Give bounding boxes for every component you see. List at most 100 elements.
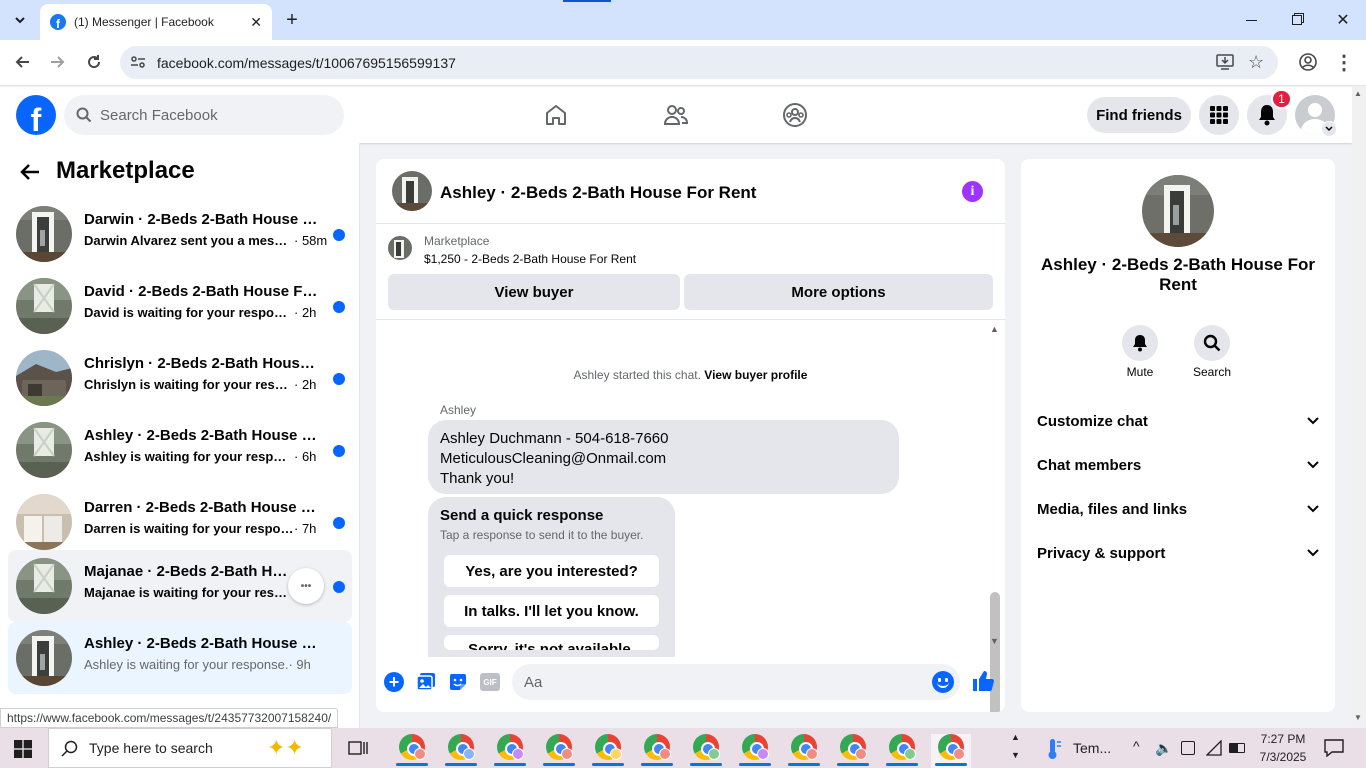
address-bar[interactable]: facebook.com/messages/t/1006769515659913… (120, 46, 1278, 79)
notification-center-icon[interactable] (1324, 739, 1344, 760)
task-view-icon[interactable] (348, 739, 370, 760)
conversation-item[interactable]: Darwin · 2-Beds 2-Bath House For Rent Dar… (8, 198, 352, 270)
gif-icon[interactable]: GIF (480, 673, 500, 691)
device-icon[interactable] (1181, 741, 1195, 755)
page-scroll-up-icon[interactable]: ▲ (1354, 89, 1362, 98)
conversation-item[interactable]: David · 2-Beds 2-Bath House For Rent Davi… (8, 270, 352, 342)
browser-tab[interactable]: f (1) Messenger | Facebook ✕ (40, 4, 272, 40)
mute-label: Mute (1126, 365, 1154, 379)
privacy-support-section[interactable]: Privacy & support (1037, 531, 1319, 575)
profile-icon[interactable] (1294, 48, 1322, 76)
network-icon[interactable] (1205, 739, 1222, 759)
quick-response-option[interactable]: Sorry, it's not available. (444, 635, 659, 650)
message-input[interactable]: Aa (512, 664, 960, 700)
taskbar-chrome-icon[interactable] (392, 734, 432, 768)
windows-taskbar: Type here to search ✦✦ ▲ ▼ Tem... ^ 🔈 7:… (0, 728, 1366, 768)
more-options-button[interactable]: More options (684, 274, 993, 310)
battery-icon[interactable] (1229, 743, 1245, 753)
conversation-preview-text: Darren is waiting for your response. (84, 521, 294, 536)
weather-text[interactable]: Tem... (1073, 740, 1111, 756)
quick-response-option[interactable]: In talks. I'll let you know. (444, 595, 659, 627)
browser-tab-strip: f (1) Messenger | Facebook ✕ + ✕ (0, 0, 1366, 40)
sticker-icon[interactable] (448, 672, 468, 695)
account-chevron-icon[interactable] (1321, 121, 1337, 137)
restore-icon[interactable] (1282, 8, 1312, 32)
home-icon[interactable] (536, 95, 576, 135)
conversation-item[interactable]: Majanae · 2-Beds 2-Bath House Majanae is … (8, 550, 352, 622)
page-scroll-down-icon[interactable]: ▼ (1354, 713, 1362, 722)
tray-expand-down-icon[interactable]: ▼ (1011, 750, 1020, 760)
groups-icon[interactable] (775, 95, 815, 135)
back-icon[interactable] (8, 48, 36, 76)
taskbar-chrome-icon[interactable] (588, 734, 628, 768)
taskbar-chrome-icon[interactable] (490, 734, 530, 768)
conversation-more-icon[interactable]: ••• (288, 568, 324, 604)
quick-response-option[interactable]: Yes, are you interested? (444, 555, 659, 587)
message-bubble[interactable]: Ashley Duchmann - 504-618-7660 Meticulou… (428, 420, 899, 494)
taskbar-chrome-icon[interactable] (735, 734, 775, 768)
emoji-icon[interactable] (932, 671, 954, 693)
reload-icon[interactable] (80, 48, 108, 76)
view-buyer-profile-link[interactable]: View buyer profile (704, 368, 807, 382)
show-hidden-icons-icon[interactable]: ^ (1133, 738, 1140, 754)
customize-chat-section[interactable]: Customize chat (1037, 399, 1319, 443)
chevron-down-icon (1307, 417, 1319, 425)
new-tab-icon[interactable]: + (280, 8, 304, 32)
bookmark-star-icon[interactable]: ☆ (1248, 52, 1264, 73)
back-arrow-icon[interactable] (18, 160, 42, 187)
site-info-icon[interactable] (130, 54, 146, 73)
taskbar-search-icon (61, 740, 79, 761)
page-scrollbar[interactable]: ▲ ▼ (1352, 87, 1366, 728)
taskbar-chrome-icon[interactable] (539, 734, 579, 768)
windows-start-icon[interactable] (14, 740, 32, 761)
conversation-item[interactable]: Ashley · 2-Beds 2-Bath House For Rent Ash… (8, 622, 352, 694)
taskbar-chrome-icon[interactable] (686, 734, 726, 768)
taskbar-clock[interactable]: 7:27 PM 7/3/2025 (1253, 730, 1313, 766)
conversation-preview: David is waiting for your response. · 2h (84, 305, 344, 320)
install-app-icon[interactable] (1216, 54, 1234, 73)
taskbar-chrome-icon[interactable] (441, 734, 481, 768)
chrome-menu-icon[interactable]: ⋮ (1330, 48, 1358, 76)
view-buyer-button[interactable]: View buyer (388, 274, 680, 310)
tray-expand-up-icon[interactable]: ▲ (1011, 732, 1020, 742)
listing-thumbnail[interactable] (388, 236, 412, 260)
conversation-title: Darren · 2-Beds 2-Bath House For Rent (84, 499, 320, 516)
taskbar-search-box[interactable]: Type here to search ✦✦ (48, 728, 332, 768)
thumbs-up-icon[interactable] (971, 669, 995, 696)
conversation-item[interactable]: Darren · 2-Beds 2-Bath House For Rent Dar… (8, 486, 352, 558)
add-attachment-icon[interactable]: + (384, 672, 404, 692)
taskbar-chrome-icon[interactable] (882, 734, 922, 768)
mute-button[interactable] (1122, 325, 1158, 361)
conversation-item[interactable]: Chrislyn · 2-Beds 2-Bath House For Rent C… (8, 342, 352, 414)
scroll-down-icon[interactable]: ▼ (990, 636, 999, 646)
taskbar-chrome-icon[interactable] (637, 734, 677, 768)
search-in-chat-button[interactable] (1194, 325, 1230, 361)
taskbar-chrome-icon[interactable] (784, 734, 824, 768)
message-line: Ashley Duchmann - 504-618-7660 (440, 430, 669, 447)
media-files-links-section[interactable]: Media, files and links (1037, 487, 1319, 531)
forward-icon[interactable] (44, 48, 72, 76)
taskbar-chrome-icon[interactable] (931, 734, 971, 768)
volume-icon[interactable]: 🔈 (1155, 740, 1172, 757)
chat-avatar[interactable] (392, 171, 432, 211)
tab-close-icon[interactable]: ✕ (250, 14, 262, 31)
facebook-logo-icon[interactable]: f (16, 95, 56, 135)
photo-icon[interactable] (416, 672, 436, 695)
conversation-thumbnail (16, 206, 72, 262)
conversation-item[interactable]: Ashley · 2-Beds 2-Bath House For Rent Ash… (8, 414, 352, 486)
facebook-search-input[interactable]: Search Facebook (64, 95, 344, 135)
chat-members-section[interactable]: Chat members (1037, 443, 1319, 487)
message-line: Thank you! (440, 470, 515, 487)
find-friends-button[interactable]: Find friends (1087, 97, 1191, 133)
scroll-up-icon[interactable]: ▲ (990, 324, 999, 334)
tab-search-icon[interactable] (8, 8, 32, 32)
weather-thermometer-icon[interactable] (1044, 738, 1062, 763)
chat-info-icon[interactable]: i (962, 181, 983, 202)
listing-price-title[interactable]: $1,250 - 2-Beds 2-Bath House For Rent (424, 252, 636, 266)
friends-icon[interactable] (656, 95, 696, 135)
menu-grid-icon[interactable] (1199, 95, 1239, 135)
minimize-icon[interactable] (1236, 8, 1266, 32)
window-close-icon[interactable]: ✕ (1328, 8, 1358, 32)
info-avatar[interactable] (1142, 175, 1214, 247)
taskbar-chrome-icon[interactable] (833, 734, 873, 768)
